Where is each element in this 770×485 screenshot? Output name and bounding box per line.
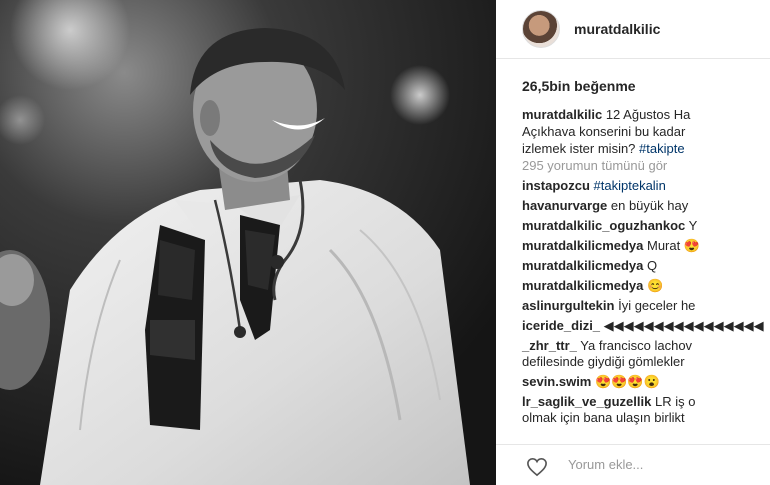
caption-text-2: Açıkhava konserini bu kadar	[522, 124, 686, 139]
comment: instapozcu #takiptekalin	[522, 178, 770, 198]
profile-avatar[interactable]	[522, 10, 560, 48]
comment: iceride_dizi_ ◀◀◀◀◀◀◀◀◀◀◀◀◀◀◀◀	[522, 318, 770, 338]
comment: muratdalkilicmedya Q	[522, 258, 770, 278]
heart-icon[interactable]	[526, 457, 548, 477]
comment-hashtag[interactable]: #takiptekalin	[594, 178, 666, 193]
comment-username[interactable]: sevin.swim	[522, 374, 591, 389]
comment-username[interactable]: muratdalkilicmedya	[522, 238, 643, 253]
comment-text: İyi geceler he	[614, 298, 696, 313]
comment: sevin.swim 😍😍😍😮	[522, 374, 770, 394]
comment-text-cont: olmak için bana ulaşın birlikt	[522, 410, 685, 425]
comment-text: 😊	[643, 278, 664, 293]
post-actions: Yorum ekle...	[496, 444, 770, 485]
comment-text: Murat 😍	[643, 238, 701, 253]
post-header: muratdalkilic	[496, 0, 770, 59]
comment: _zhr_ttr_ Ya francisco lachov defilesinde…	[522, 338, 770, 370]
comments-list: instapozcu #takiptekalin havanurvarge en…	[522, 178, 770, 430]
comment: aslinurgultekin İyi geceler he	[522, 298, 770, 318]
post-username[interactable]: muratdalkilic	[574, 21, 660, 37]
comment: havanurvarge en büyük hay	[522, 198, 770, 218]
comment-text: LR iş o	[651, 394, 696, 409]
comment-text: Q	[643, 258, 658, 273]
comment-username[interactable]: muratdalkilic_oguzhankoc	[522, 218, 685, 233]
add-comment-input[interactable]: Yorum ekle...	[568, 457, 643, 472]
comment: muratdalkilic_oguzhankoc Y	[522, 218, 770, 238]
comment-username[interactable]: muratdalkilicmedya	[522, 278, 643, 293]
caption-text-3: izlemek ister misin?	[522, 141, 640, 156]
comment-username[interactable]: muratdalkilicmedya	[522, 258, 643, 273]
comment-text-cont: defilesinde giydiği gömlekler	[522, 354, 685, 369]
comment-text: en büyük hay	[607, 198, 689, 213]
comment-username[interactable]: aslinurgultekin	[522, 298, 614, 313]
comment-username[interactable]: _zhr_ttr_	[522, 338, 577, 353]
likes-count[interactable]: 26,5bin beğenme	[522, 78, 636, 94]
comment: lr_saglik_ve_guzellik LR iş o olmak için …	[522, 394, 770, 426]
comment-username[interactable]: lr_saglik_ve_guzellik	[522, 394, 651, 409]
comment-text: 😍😍😍😮	[591, 374, 660, 389]
caption-text-1: 12 Ağustos Ha	[602, 107, 691, 122]
post-sidebar: muratdalkilic 26,5bin beğenme muratdalki…	[496, 0, 770, 485]
performer-image	[0, 0, 496, 485]
comment-text: Y	[685, 218, 698, 233]
post-photo[interactable]	[0, 0, 496, 485]
caption-username[interactable]: muratdalkilic	[522, 107, 602, 122]
comment-text: Ya francisco lachov	[576, 338, 693, 353]
post-caption: muratdalkilic 12 Ağustos Ha Açıkhava kon…	[522, 106, 770, 174]
comment: muratdalkilicmedya Murat 😍	[522, 238, 770, 258]
comment-username[interactable]: iceride_dizi_	[522, 318, 600, 333]
comment-text: ◀◀◀◀◀◀◀◀◀◀◀◀◀◀◀◀	[600, 318, 764, 333]
comment-username[interactable]: havanurvarge	[522, 198, 607, 213]
view-all-comments-link[interactable]: 295 yorumun tümünü gör	[522, 157, 770, 174]
caption-hashtag[interactable]: #takipte	[639, 141, 685, 156]
comment: muratdalkilicmedya 😊	[522, 278, 770, 298]
comment-username[interactable]: instapozcu	[522, 178, 590, 193]
